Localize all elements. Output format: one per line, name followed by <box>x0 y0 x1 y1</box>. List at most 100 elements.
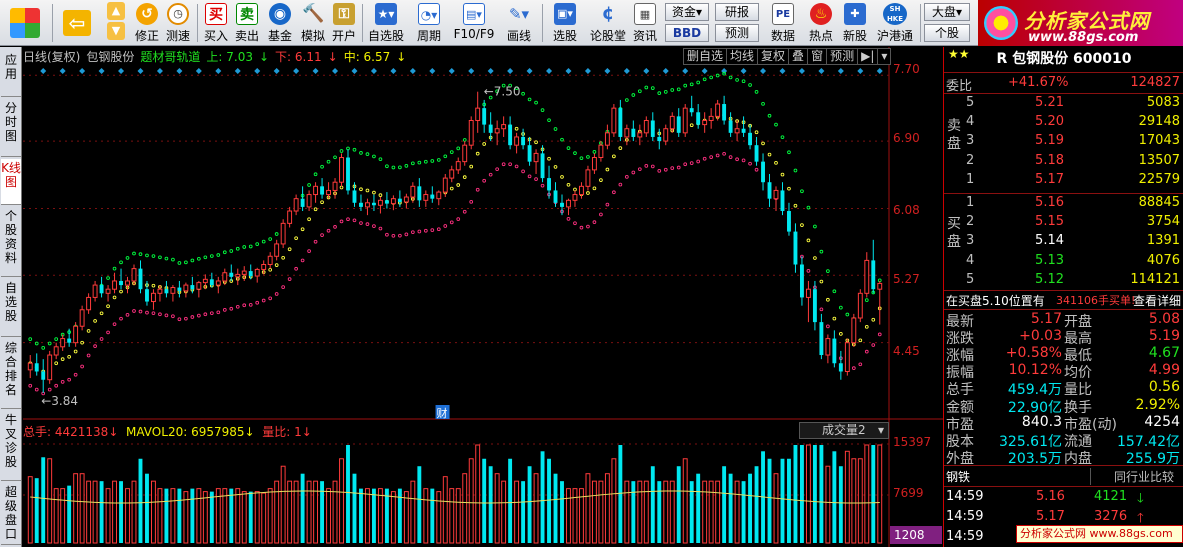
volume-bar <box>676 466 681 543</box>
toolbar-btn-3[interactable]: 卖 卖出 <box>233 2 261 44</box>
ask-3-row[interactable]: 3 5.19 17043 <box>944 133 1183 150</box>
step-right-button[interactable]: ▶| <box>857 48 879 65</box>
volume-bar <box>728 473 733 543</box>
toolbar-btn-5[interactable]: 🔨 模拟 <box>298 2 328 44</box>
toolbar-btn-9[interactable]: ▤▾ F10/F9 <box>452 2 496 44</box>
zijin-button[interactable]: 资金▾ <box>665 3 709 21</box>
menu-grid-button[interactable] <box>2 2 48 44</box>
bid-4-row[interactable]: 4 5.13 4076 <box>944 253 1183 270</box>
candle-body <box>280 222 286 245</box>
back-button[interactable]: ⇦ <box>58 2 96 44</box>
news-icon: ▦ <box>634 3 656 25</box>
overlay-button[interactable]: 叠 <box>788 48 809 65</box>
volume-bar <box>365 488 370 544</box>
stat-row: 总手 459.4万 量比 0.56 <box>944 379 1183 398</box>
big-order-notice[interactable]: 在买盘5.10位置有 341106手买单! 查看详细 <box>944 292 1183 309</box>
yuce-button[interactable]: 预测 <box>715 24 759 42</box>
mid-band-dot <box>300 227 305 232</box>
yanbao-button[interactable]: 研报 <box>715 3 759 21</box>
bbd-button[interactable]: BBD <box>665 24 709 42</box>
mid-band-dot <box>553 165 558 169</box>
lower-band-dot <box>819 307 824 312</box>
bid-3-row[interactable]: 3 5.14 1391 <box>944 233 1183 250</box>
remove-watchlist-button[interactable]: 删自选 <box>683 48 728 65</box>
mid-band-dot <box>307 217 311 222</box>
toolbar-btn-16[interactable]: ✚ 新股 <box>840 2 870 44</box>
info-marker-icon <box>623 68 630 74</box>
bid-2-level: 2 <box>966 214 975 230</box>
ask-2-row[interactable]: 2 5.18 13507 <box>944 153 1183 170</box>
toolbar-btn-8[interactable]: ◔▾ 周期 <box>411 2 447 44</box>
tab-super-quote[interactable]: 超级盘口 <box>1 483 21 545</box>
candle-body <box>780 190 785 212</box>
candle-body <box>631 128 636 137</box>
dropdown-button[interactable]: ▾ <box>877 48 892 65</box>
tab-watchlist[interactable]: 自选股 <box>1 279 21 337</box>
upper-band-dot <box>372 154 376 159</box>
toolbar-btn-6[interactable]: ⚿ 开户 <box>330 2 358 44</box>
tab-industry[interactable]: 钢铁 <box>946 468 970 485</box>
ma-button[interactable]: 均线 <box>726 48 759 65</box>
tab-app[interactable]: 应用 <box>1 51 21 97</box>
volume-bar <box>261 492 267 544</box>
notice-detail-link[interactable]: 查看详细 <box>1133 292 1181 309</box>
bid-5-volume: 114121 <box>1130 271 1180 287</box>
ask-5-row[interactable]: 5 5.21 5083 <box>944 95 1183 112</box>
lower-band-dot <box>670 166 675 170</box>
toolbar-btn-17[interactable]: SH HKE 沪港通 <box>874 2 916 44</box>
candle-body <box>857 292 863 319</box>
pen-icon: ✎▾ <box>508 5 530 23</box>
lower-band-dot <box>475 187 480 192</box>
candle-body <box>397 198 402 202</box>
lower-band-dot <box>73 372 78 377</box>
tab-profile[interactable]: 个股资料 <box>1 207 21 277</box>
period-label[interactable]: 日线(复权) <box>23 50 80 64</box>
candle-body <box>254 268 260 277</box>
dapan-button[interactable]: 大盘▾ <box>924 3 970 21</box>
candle-body <box>844 342 850 372</box>
gegu-button[interactable]: 个股 <box>924 24 970 42</box>
forecast-button[interactable]: 预测 <box>826 48 859 65</box>
toolbar-btn-1[interactable]: ◷ 测速 <box>164 2 192 44</box>
toolbar-btn-13[interactable]: ▦ 资讯 <box>630 2 660 44</box>
site-watermark: 分析家公式网 www.88gs.com <box>1016 525 1183 543</box>
tick-time: 14:59 <box>946 529 984 544</box>
candle-body <box>274 243 280 257</box>
updown-button[interactable]: ▲ ▼ <box>101 2 131 44</box>
ask-1-row[interactable]: 1 5.17 22579 <box>944 172 1183 189</box>
volume-bar <box>611 458 617 544</box>
toolbar-btn-12[interactable]: ¢ 论股堂 <box>588 2 628 44</box>
tab-diagnosis[interactable]: 牛叉诊股 <box>1 411 21 481</box>
bid-5-row[interactable]: 5 5.12 114121 <box>944 272 1183 289</box>
window-button[interactable]: 窗 <box>807 48 828 65</box>
toolbar-btn-11[interactable]: ▣▾ 选股 <box>546 2 584 44</box>
toolbar-btn-4[interactable]: ◉ 基金 <box>265 2 295 44</box>
bid-1-row[interactable]: 1 5.16 88845 <box>944 195 1183 212</box>
volume-bar <box>86 480 92 544</box>
tab-industry-compare[interactable]: 同行业比较 <box>1114 468 1174 485</box>
tab-kline[interactable]: K线图 <box>1 159 21 205</box>
ask-4-row[interactable]: 4 5.20 29148 <box>944 114 1183 131</box>
volume-indicator-select[interactable]: 成交量2 ▾ <box>799 422 889 439</box>
kline-chart[interactable]: ←7.50 ←3.84 财 <box>23 47 943 547</box>
mid-band-dot <box>86 329 91 333</box>
volume-bar <box>410 480 416 544</box>
mid-band-dot <box>449 186 454 191</box>
cycle-icon: ◔▾ <box>418 3 440 25</box>
toolbar-btn-2[interactable]: 买 买入 <box>202 2 230 44</box>
toolbar-btn-7[interactable]: ★▾ 自选股 <box>366 2 406 44</box>
toolbar-btn-14[interactable]: PE 数据 <box>766 2 800 44</box>
toolbar-btn-15[interactable]: ♨ 热点 <box>806 2 836 44</box>
indicator-name[interactable]: 题材哥轨道 <box>140 50 200 64</box>
candle-body <box>177 287 182 291</box>
tab-ranking[interactable]: 综合排名 <box>1 339 21 409</box>
adjust-button[interactable]: 复权 <box>757 48 790 65</box>
toolbar-btn-10[interactable]: ✎▾ 画线 <box>500 2 538 44</box>
tab-intraday[interactable]: 分时图 <box>1 99 21 157</box>
toolbar-btn-0[interactable]: ↺ 修正 <box>134 2 160 44</box>
bid-2-row[interactable]: 2 5.15 3754 <box>944 214 1183 231</box>
lower-band-dot <box>877 332 882 337</box>
toolbar-label: 数据 <box>770 29 795 43</box>
volume-bar <box>669 480 675 544</box>
lower-band-dot <box>177 317 182 322</box>
